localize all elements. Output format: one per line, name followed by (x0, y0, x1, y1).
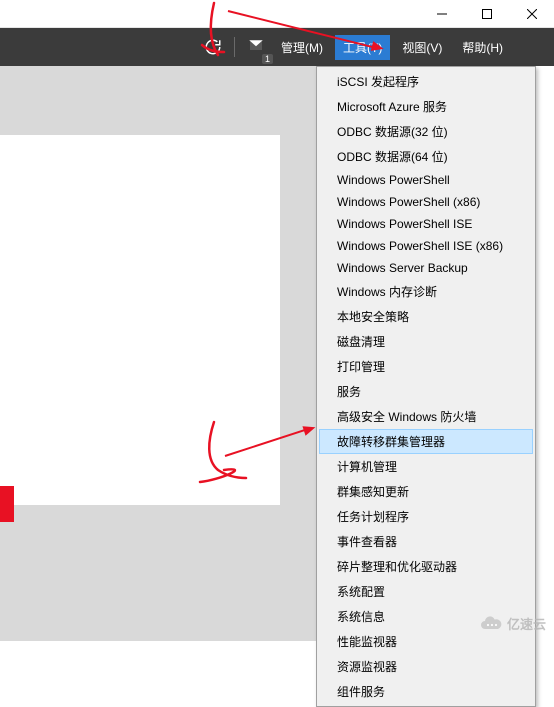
annotation-scribble-mid (190, 420, 250, 495)
dropdown-item-13[interactable]: 服务 (319, 379, 533, 404)
dropdown-item-6[interactable]: Windows PowerShell ISE (319, 213, 533, 235)
red-marker (0, 486, 14, 522)
maximize-button[interactable] (464, 0, 509, 28)
dropdown-item-10[interactable]: 本地安全策略 (319, 304, 533, 329)
menu-manage[interactable]: 管理(M) (273, 35, 331, 60)
cloud-icon (479, 611, 503, 635)
minimize-button[interactable] (419, 0, 464, 28)
dropdown-item-4[interactable]: Windows PowerShell (319, 169, 533, 191)
dropdown-item-21[interactable]: 系统配置 (319, 579, 533, 604)
dropdown-item-5[interactable]: Windows PowerShell (x86) (319, 191, 533, 213)
dropdown-item-8[interactable]: Windows Server Backup (319, 257, 533, 279)
dropdown-item-2[interactable]: ODBC 数据源(32 位) (319, 119, 533, 144)
dropdown-item-9[interactable]: Windows 内存诊断 (319, 279, 533, 304)
dropdown-item-20[interactable]: 碎片整理和优化驱动器 (319, 554, 533, 579)
dropdown-item-17[interactable]: 群集感知更新 (319, 479, 533, 504)
menubar: 1 管理(M) 工具(T) 视图(V) 帮助(H) (0, 28, 554, 66)
dropdown-item-25[interactable]: 组件服务 (319, 679, 533, 704)
dropdown-item-0[interactable]: iSCSI 发起程序 (319, 69, 533, 94)
annotation-scribble-top (200, 0, 250, 65)
notification-badge: 1 (262, 54, 273, 64)
dropdown-item-15[interactable]: 故障转移群集管理器 (319, 429, 533, 454)
dropdown-item-18[interactable]: 任务计划程序 (319, 504, 533, 529)
dropdown-item-19[interactable]: 事件查看器 (319, 529, 533, 554)
dropdown-item-14[interactable]: 高级安全 Windows 防火墙 (319, 404, 533, 429)
menu-help[interactable]: 帮助(H) (454, 35, 511, 60)
close-button[interactable] (509, 0, 554, 28)
dropdown-item-24[interactable]: 资源监视器 (319, 654, 533, 679)
dropdown-item-7[interactable]: Windows PowerShell ISE (x86) (319, 235, 533, 257)
watermark-text: 亿速云 (507, 614, 546, 633)
dropdown-item-1[interactable]: Microsoft Azure 服务 (319, 94, 533, 119)
menu-view[interactable]: 视图(V) (394, 35, 450, 60)
dropdown-item-3[interactable]: ODBC 数据源(64 位) (319, 144, 533, 169)
dropdown-item-16[interactable]: 计算机管理 (319, 454, 533, 479)
dropdown-item-11[interactable]: 磁盘清理 (319, 329, 533, 354)
watermark: 亿速云 (479, 611, 546, 635)
dropdown-item-12[interactable]: 打印管理 (319, 354, 533, 379)
